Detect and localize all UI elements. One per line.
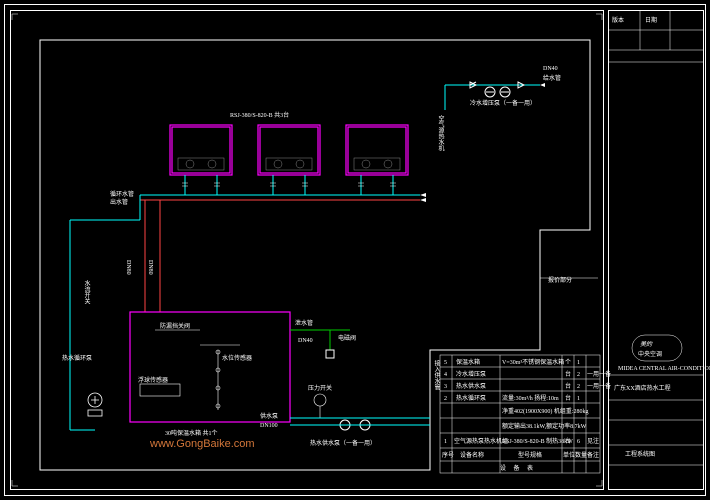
svg-text:一用一备: 一用一备	[587, 382, 611, 390]
svg-text:热水循环泵: 热水循环泵	[456, 394, 486, 402]
svg-text:DN80: DN80	[125, 260, 131, 275]
svg-text:额定输出38.1kW,额定功率8.7kW: 额定输出38.1kW,额定功率8.7kW	[502, 422, 587, 430]
svg-text:1: 1	[577, 360, 580, 366]
svg-text:浮球传感器: 浮球传感器	[138, 376, 168, 384]
svg-text:给水管: 给水管	[543, 74, 561, 82]
svg-text:报价部分: 报价部分	[548, 276, 572, 284]
svg-text:5: 5	[444, 360, 447, 366]
svg-text:工程系统图: 工程系统图	[625, 450, 655, 458]
svg-text:1: 1	[444, 439, 447, 445]
svg-text:台: 台	[565, 382, 571, 390]
svg-text:电磁阀: 电磁阀	[338, 334, 356, 342]
svg-text:出水管: 出水管	[110, 198, 128, 206]
svg-text:3: 3	[444, 384, 447, 390]
svg-text:热水供水泵: 热水供水泵	[456, 382, 486, 390]
svg-text:MIDEA CENTRAL AIR-CONDITIONING: MIDEA CENTRAL AIR-CONDITIONING	[618, 366, 710, 372]
svg-text:压力开关: 压力开关	[308, 384, 332, 392]
svg-text:见注: 见注	[587, 437, 599, 445]
svg-text:版本: 版本	[612, 16, 624, 24]
svg-text:空气源热泵热水机组: 空气源热泵热水机组	[454, 437, 508, 445]
svg-text:6: 6	[577, 439, 580, 445]
svg-text:设备名称: 设备名称	[460, 451, 484, 459]
svg-text:V=30m³不锈钢保温水箱: V=30m³不锈钢保温水箱	[502, 358, 564, 366]
svg-text:热水循环泵: 热水循环泵	[62, 354, 92, 362]
svg-text:DN100: DN100	[260, 423, 278, 429]
svg-text:4: 4	[444, 372, 447, 378]
svg-text:台: 台	[565, 394, 571, 402]
svg-text:空气源热水机: 空气源热水机	[437, 114, 444, 152]
svg-text:数量: 数量	[575, 451, 587, 459]
svg-text:2: 2	[577, 384, 580, 390]
svg-text:热水供水泵（一备一用）: 热水供水泵（一备一用）	[310, 439, 376, 447]
svg-text:供水泵: 供水泵	[260, 412, 278, 420]
svg-text:水位传感器: 水位传感器	[222, 354, 252, 362]
svg-text:2: 2	[444, 396, 447, 402]
svg-text:冷水增压泵: 冷水增压泵	[456, 370, 486, 378]
svg-text:DN80: DN80	[147, 260, 153, 275]
svg-text:泄水管: 泄水管	[295, 319, 313, 327]
svg-text:防漏挡关阀: 防漏挡关阀	[160, 322, 190, 330]
svg-text:流量:30m³/h 扬程:10m: 流量:30m³/h 扬程:10m	[502, 394, 559, 402]
svg-text:序号: 序号	[442, 451, 454, 459]
svg-text:水流开关: 水流开关	[83, 279, 90, 305]
svg-text:DN40: DN40	[298, 338, 313, 344]
schematic-svg: DN40 给水管 冷水增压泵（一备一用） 空气源热水机 RSJ-380/S-82…	[0, 0, 710, 500]
svg-text:1: 1	[577, 396, 580, 402]
svg-text:台: 台	[565, 437, 571, 445]
svg-text:备注: 备注	[587, 451, 599, 459]
svg-text:DN40: DN40	[543, 66, 558, 72]
svg-text:个: 个	[565, 359, 571, 366]
svg-text:台: 台	[565, 370, 571, 378]
svg-text:型号规格: 型号规格	[518, 451, 542, 459]
svg-text:一用一备: 一用一备	[587, 370, 611, 378]
svg-text:日期: 日期	[645, 16, 657, 24]
svg-text:接入供水管: 接入供水管	[433, 359, 440, 391]
svg-text:冷水增压泵（一备一用）: 冷水增压泵（一备一用）	[470, 99, 536, 107]
svg-text:RSJ-380/S-820-B 共3台: RSJ-380/S-820-B 共3台	[230, 111, 289, 119]
svg-text:单位: 单位	[563, 451, 575, 459]
svg-text:广东XX酒店热水工程: 广东XX酒店热水工程	[614, 384, 671, 392]
svg-text:净重402(1900X900) 机组重:280kg: 净重402(1900X900) 机组重:280kg	[502, 407, 589, 415]
svg-text:循环水管: 循环水管	[110, 190, 134, 198]
svg-text:设 备 表: 设 备 表	[500, 464, 536, 472]
svg-text:保温水箱: 保温水箱	[456, 358, 480, 366]
svg-text:RSJ-380/S-820-B 制热38kW: RSJ-380/S-820-B 制热38kW	[502, 437, 573, 445]
svg-text:30吨保温水箱 共1个: 30吨保温水箱 共1个	[165, 429, 218, 437]
svg-text:美的: 美的	[640, 340, 653, 348]
svg-text:中央空调: 中央空调	[638, 350, 662, 358]
watermark: www.GongBaike.com	[150, 438, 255, 450]
svg-text:2: 2	[577, 372, 580, 378]
